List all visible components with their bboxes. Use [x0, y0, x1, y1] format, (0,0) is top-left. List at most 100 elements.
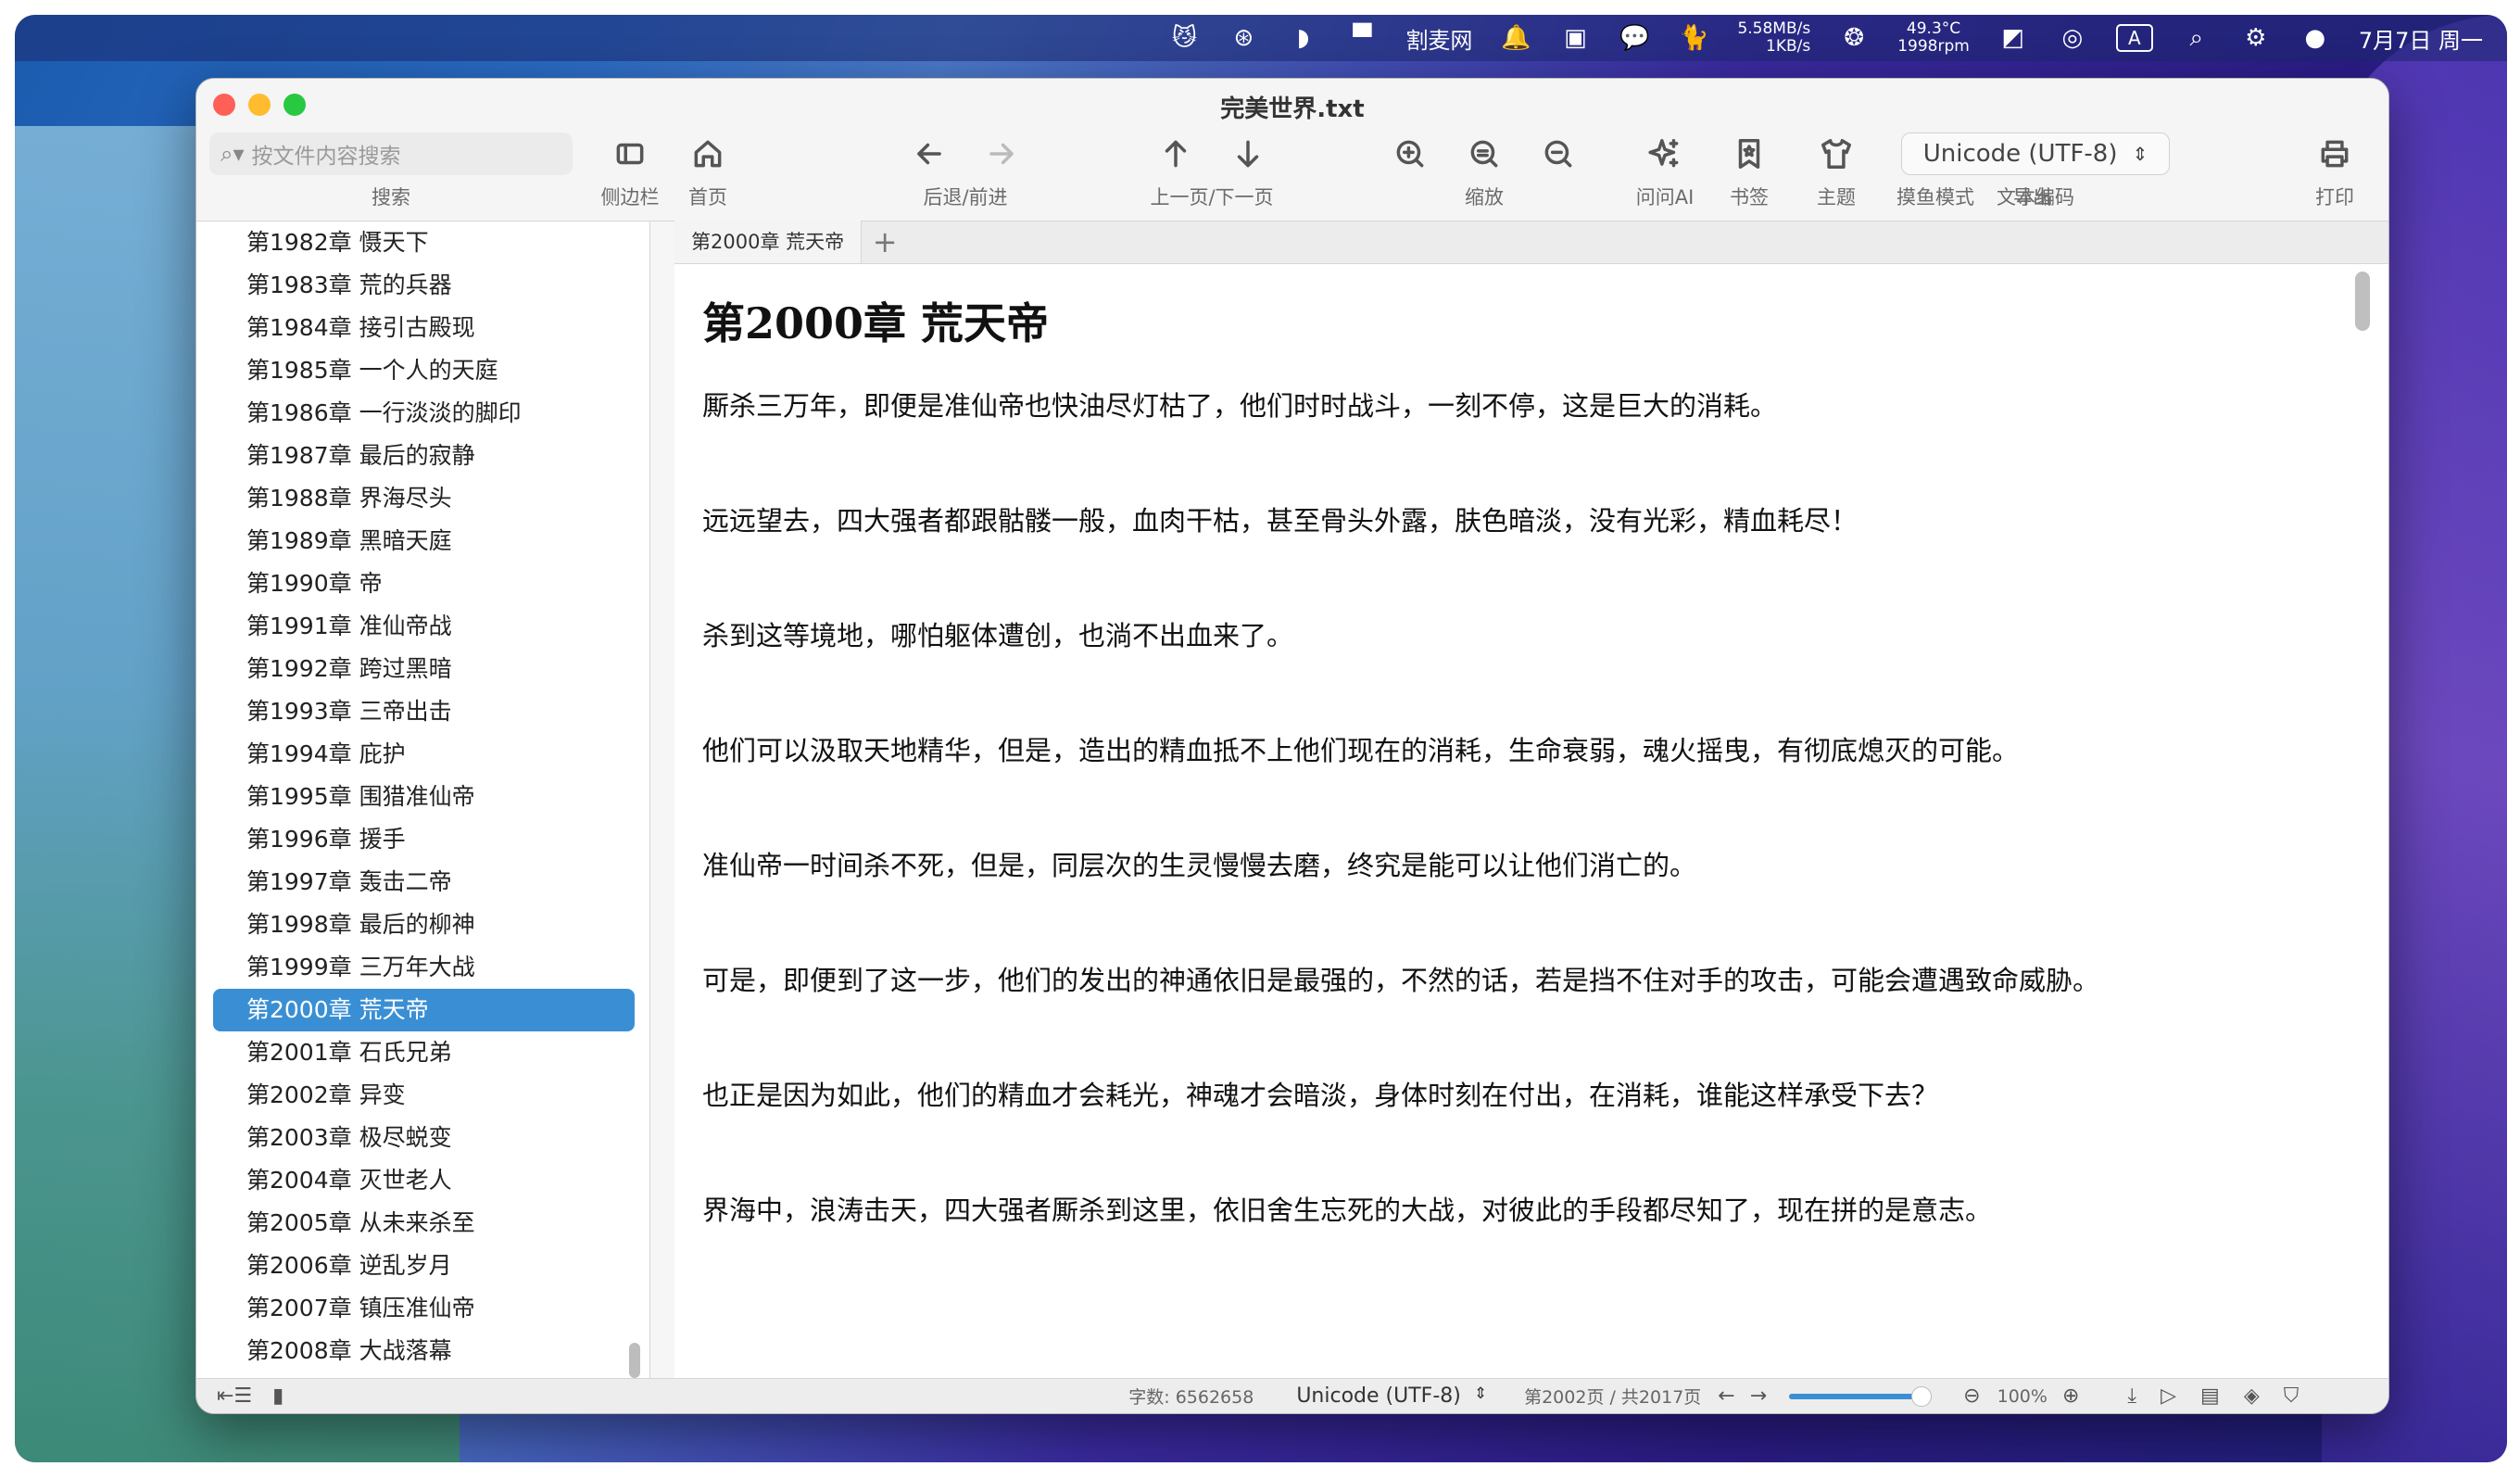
status-bar: ⇤☰ ▮ 字数: 6562658 Unicode (UTF-8) ⇕ 第2002…	[196, 1378, 2388, 1413]
up-arrow-icon[interactable]	[1158, 136, 1193, 171]
d-app-icon[interactable]: ◗	[1287, 22, 1318, 54]
paragraph: 他们可以汲取天地精华，但是，造出的精血抵不上他们现在的消耗，生命衰弱，魂火摇曳，…	[702, 735, 2020, 766]
toolbar: 完美世界.txt ⌕▾ 按文件内容搜索 搜索 侧边栏 首页 后退/前进 上一页/…	[196, 79, 2388, 221]
chapter-item[interactable]: 第1999章 三万年大战	[196, 946, 649, 989]
theme-small-icon[interactable]: ⛉	[2284, 1384, 2300, 1408]
chapter-item[interactable]: 第2005章 从未来杀至	[196, 1202, 649, 1245]
chapter-item[interactable]: 第2002章 异变	[196, 1074, 649, 1117]
eraser-icon[interactable]: ◈	[2244, 1384, 2260, 1408]
sidebar-button[interactable]: 侧边栏	[593, 133, 667, 210]
page-up-down-group: 上一页/下一页	[1128, 133, 1295, 210]
chevron-updown-icon: ⇕	[1473, 1384, 1488, 1403]
zoom-out-icon[interactable]	[1541, 136, 1576, 171]
sidebar-scrollbar[interactable]	[629, 1343, 640, 1378]
chapter-item[interactable]: 第2006章 逆乱岁月	[196, 1245, 649, 1287]
download-icon[interactable]: ⤓	[2127, 1384, 2136, 1408]
search-placeholder: 按文件内容搜索	[251, 145, 401, 169]
back-forward-group: 后退/前进	[882, 133, 1049, 210]
network-speed[interactable]: 5.58MB/s 1KB/s	[1737, 20, 1810, 56]
search-label: 搜索	[372, 186, 410, 209]
chapter-item[interactable]: 第1991章 准仙帝战	[196, 605, 649, 648]
zoom-out-small-icon[interactable]: ⊖	[1963, 1384, 1980, 1408]
chapter-item[interactable]: 第1983章 荒的兵器	[196, 264, 649, 307]
add-tab-icon[interactable]: +	[862, 221, 908, 263]
print-button[interactable]: 打印	[2298, 133, 2372, 210]
status-encoding[interactable]: Unicode (UTF-8) ⇕	[1296, 1384, 1487, 1408]
display-icon[interactable]: ▀	[1346, 22, 1378, 54]
paragraph: 远远望去，四大强者都跟骷髅一般，血肉干枯，甚至骨头外露，肤色暗淡，没有光彩，精血…	[702, 505, 1858, 537]
theme-button[interactable]: 主题	[1799, 133, 1873, 210]
reader-scrollbar[interactable]	[2355, 272, 2370, 331]
desktop-background: 😼 ⊛ ◗ ▀ 割麦网 🔔 ▣ 💬 🐈 5.58MB/s 1KB/s ❂ 49.…	[15, 15, 2507, 1462]
monitor-icon[interactable]: ▣	[1559, 22, 1591, 54]
chapter-item[interactable]: 第1998章 最后的柳神	[196, 904, 649, 946]
next-page-icon[interactable]: →	[1750, 1384, 1767, 1408]
chapter-item[interactable]: 第1995章 围猎准仙帝	[196, 776, 649, 818]
paragraph: 杀到这等境地，哪怕躯体遭创，也淌不出血来了。	[702, 620, 1294, 651]
encoding-select[interactable]: Unicode (UTF-8) ⇕	[1901, 133, 2170, 175]
cat-status-icon[interactable]: 🐈	[1678, 22, 1709, 54]
input-method-icon[interactable]: A	[2115, 24, 2153, 52]
control-center-icon[interactable]: ⚙	[2240, 22, 2272, 54]
chapter-item[interactable]: 第1996章 援手	[196, 818, 649, 861]
zoom-slider[interactable]	[1789, 1385, 1932, 1407]
sparkle-icon	[1648, 139, 1679, 168]
chapter-item[interactable]: 第1988章 界海尽头	[196, 477, 649, 520]
link-app-icon[interactable]: ⊛	[1228, 22, 1259, 54]
reader-pane: 第2000章 荒天帝 厮杀三万年，即便是准仙帝也快油尽灯枯了，他们时时战斗，一刻…	[674, 264, 2388, 1380]
chapter-item[interactable]: 第1990章 帝	[196, 563, 649, 605]
chapter-item[interactable]: 第2008章 大战落幕	[196, 1330, 649, 1372]
chapter-item[interactable]: 第1993章 三帝出击	[196, 690, 649, 733]
home-button[interactable]: 首页	[671, 133, 745, 210]
toc-toggle-icon[interactable]: ⇤☰	[217, 1384, 252, 1408]
play-icon[interactable]: ▷	[2161, 1384, 2176, 1408]
down-arrow-icon[interactable]	[1230, 136, 1266, 171]
chapter-item[interactable]: 第1994章 庇护	[196, 733, 649, 776]
search-input[interactable]: ⌕▾ 按文件内容搜索	[209, 133, 573, 175]
wechat-icon[interactable]: 💬	[1619, 22, 1650, 54]
switch-icon[interactable]: ◎	[2057, 22, 2088, 54]
bookmark-button[interactable]: 书签	[1712, 133, 1786, 210]
ask-ai-button[interactable]: 问问AI	[1623, 133, 1707, 210]
chapter-list: 第1982章 慑天下 第1983章 荒的兵器 第1984章 接引古殿现 第1985章 …	[196, 221, 649, 1372]
chapter-item[interactable]: 第1987章 最后的寂静	[196, 435, 649, 477]
chapter-item[interactable]: 第2001章 石氏兄弟	[196, 1031, 649, 1074]
chapter-item[interactable]: 第2003章 极尽蜕变	[196, 1117, 649, 1159]
reader-window: 完美世界.txt ⌕▾ 按文件内容搜索 搜索 侧边栏 首页 后退/前进 上一页/…	[195, 78, 2389, 1414]
paragraph: 界海中，浪涛击天，四大强者厮杀到这里，依旧舍生忘死的大战，对彼此的手段都尽知了，…	[702, 1195, 1993, 1226]
chapter-item[interactable]: 第1985章 一个人的天庭	[196, 349, 649, 392]
menubar-clock[interactable]: 7月7日 周一	[2359, 22, 2483, 55]
chapter-item[interactable]: 第2000章 荒天帝	[213, 989, 635, 1031]
zoom-group: 缩放	[1387, 133, 1581, 210]
book-icon[interactable]: ▮	[272, 1384, 284, 1408]
cat-app-icon[interactable]: 😼	[1168, 22, 1200, 54]
menu-bar: 😼 ⊛ ◗ ▀ 割麦网 🔔 ▣ 💬 🐈 5.58MB/s 1KB/s ❂ 49.…	[15, 15, 2507, 61]
paragraph: 厮杀三万年，即便是准仙帝也快油尽灯枯了，他们时时战斗，一刻不停，这是巨大的消耗。	[702, 390, 1778, 422]
zoom-in-small-icon[interactable]: ⊕	[2062, 1384, 2079, 1408]
image-app-icon[interactable]: ◩	[1997, 22, 2029, 54]
spotlight-search-icon[interactable]: ⌕	[2181, 22, 2212, 54]
zoom-fit-icon[interactable]	[1467, 136, 1502, 171]
chapter-item[interactable]: 第2004章 灭世老人	[196, 1159, 649, 1202]
chapter-item[interactable]: 第1986章 一行淡淡的脚印	[196, 392, 649, 435]
prev-page-icon[interactable]: ←	[1718, 1384, 1734, 1408]
printer-icon	[2321, 140, 2349, 168]
tab-chapter[interactable]: 第2000章 荒天帝	[674, 221, 863, 263]
zoom-in-icon[interactable]	[1392, 136, 1428, 171]
forward-arrow-icon[interactable]	[984, 136, 1019, 171]
chapter-item[interactable]: 第1984章 接引古殿现	[196, 307, 649, 349]
sensor-readout[interactable]: 49.3°C 1998rpm	[1897, 20, 1970, 56]
chapter-item[interactable]: 第1997章 轰击二帝	[196, 861, 649, 904]
document-icon[interactable]: ▤	[2200, 1384, 2220, 1408]
search-icon: ⌕▾	[220, 141, 245, 167]
bell-icon[interactable]: 🔔	[1500, 22, 1531, 54]
chapter-item[interactable]: 第2007章 镇压准仙帝	[196, 1287, 649, 1330]
zoom-slider-knob[interactable]	[1910, 1385, 1932, 1407]
chapter-item[interactable]: 第1982章 慑天下	[196, 221, 649, 264]
back-arrow-icon[interactable]	[912, 136, 947, 171]
chapter-item[interactable]: 第1989章 黑暗天庭	[196, 520, 649, 563]
siri-icon[interactable]: ●	[2300, 22, 2331, 54]
chapter-item[interactable]: 第1992章 跨过黑暗	[196, 648, 649, 690]
tab-bar: 第2000章 荒天帝 +	[674, 221, 2388, 264]
menubar-app-item[interactable]: 割麦网	[1405, 22, 1472, 55]
